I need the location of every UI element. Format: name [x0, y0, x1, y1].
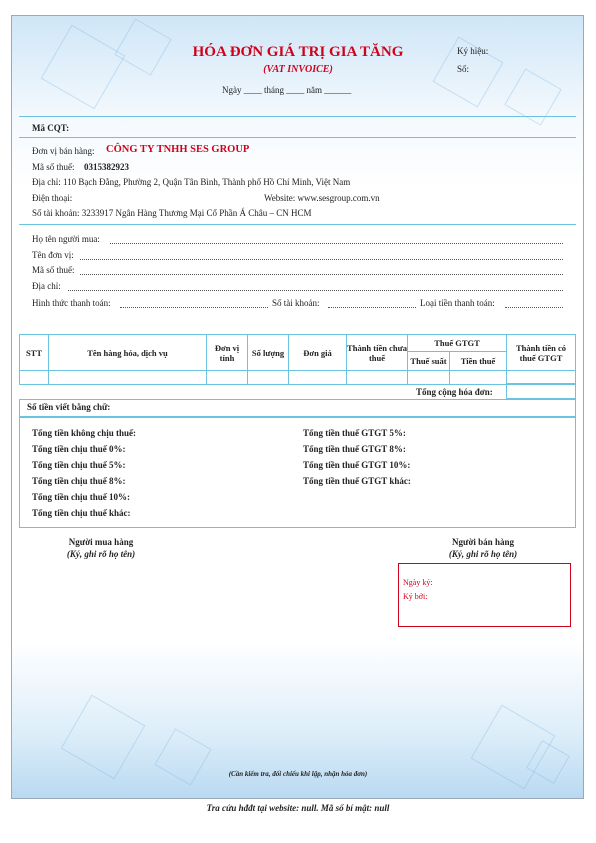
buyer-unit-label: Tên đơn vị:	[32, 250, 74, 260]
invoice-subtitle: (VAT INVOICE)	[263, 64, 333, 75]
invoice-title: HÓA ĐƠN GIÁ TRỊ GIA TĂNG	[192, 44, 404, 60]
buyer-address-line	[68, 290, 563, 291]
table-row	[19, 370, 576, 385]
seller-tax-label: Mã số thuế:	[32, 162, 75, 172]
payment-method-line	[120, 307, 268, 308]
seller-account: Số tài khoản: 3233917 Ngân Hàng Thương M…	[32, 208, 312, 218]
col-pretax-header: Thành tiền chưa thuế	[346, 334, 408, 371]
col-vat-group-header: Thuế GTGT	[407, 334, 507, 352]
summary-tax8: Tổng tiền chịu thuế 8%:	[32, 476, 126, 486]
payment-method-label: Hình thức thanh toán:	[32, 298, 111, 308]
buyer-sign-title: Người mua hàng	[68, 537, 134, 547]
lookup-note: Tra cứu hđđt tại website: null. Mã số bí…	[206, 803, 390, 813]
sign-date-label: Ngày ký:	[403, 578, 433, 587]
seller-unit-label: Đơn vị bán hàng:	[32, 146, 95, 156]
total-value-cell	[506, 383, 576, 399]
hexagon-decoration	[60, 694, 146, 780]
signer-label: Ký bởi:	[403, 592, 428, 601]
summary-vat8: Tổng tiền thuế GTGT 8%:	[303, 444, 406, 454]
symbol-label: Ký hiệu:	[457, 46, 489, 56]
col-stt-header: STT	[19, 334, 49, 371]
summary-taxother: Tổng tiền chịu thuế khác:	[32, 508, 131, 518]
summary-vatother: Tổng tiền thuế GTGT khác:	[303, 476, 411, 486]
total-label: Tổng cộng hóa đơn:	[416, 387, 493, 397]
buyer-account-line	[328, 307, 416, 308]
col-total-header: Thành tiền có thuế GTGT	[506, 334, 576, 371]
summary-vat5: Tổng tiền thuế GTGT 5%:	[303, 428, 406, 438]
summary-nontax: Tổng tiền không chịu thuế:	[32, 428, 137, 438]
digital-signature-box: Ngày ký: Ký bởi:	[398, 563, 571, 627]
currency-label: Loại tiền thanh toán:	[420, 298, 495, 308]
buyer-address-label: Địa chỉ:	[32, 281, 61, 291]
col-qty-header: Số lượng	[247, 334, 289, 371]
col-price-header: Đơn giá	[288, 334, 347, 371]
summary-vat10: Tổng tiền thuế GTGT 10%:	[303, 460, 411, 470]
summary-tax5: Tổng tiền chịu thuế 5%:	[32, 460, 126, 470]
col-name-header: Tên hàng hóa, dịch vụ	[48, 334, 207, 371]
seller-name: CÔNG TY TNHH SES GROUP	[106, 144, 250, 155]
seller-tax-code: 0315382923	[84, 162, 129, 172]
seller-address: Địa chỉ: 110 Bạch Đằng, Phường 2, Quận T…	[32, 177, 351, 187]
seller-sign-title: Người bán hàng	[452, 537, 514, 547]
summary-tax10: Tổng tiền chịu thuế 10%:	[32, 492, 131, 502]
buyer-name-label: Họ tên người mua:	[32, 234, 100, 244]
invoice-date-line: Ngày ____ tháng ____ năm ______	[222, 85, 352, 95]
number-label: Số:	[457, 64, 470, 74]
buyer-account-label: Số tài khoản:	[272, 298, 320, 308]
buyer-name-line	[110, 243, 563, 244]
hexagon-decoration	[504, 68, 562, 126]
col-vat-amount-header: Tiền thuế	[449, 351, 507, 371]
currency-line	[505, 307, 563, 308]
seller-sign-note: (Ký, ghi rõ họ tên)	[448, 549, 518, 559]
check-note: (Cần kiểm tra, đối chiếu khi lập, nhận h…	[228, 770, 368, 778]
seller-phone-label: Điện thoại:	[32, 193, 73, 203]
divider	[19, 224, 576, 225]
buyer-unit-line	[80, 259, 563, 260]
buyer-tax-label: Mã số thuế:	[32, 265, 75, 275]
summary-tax0: Tổng tiền chịu thuế 0%:	[32, 444, 126, 454]
divider	[19, 116, 576, 117]
cqt-label: Mã CQT:	[32, 123, 70, 133]
buyer-sign-note: (Ký, ghi rõ họ tên)	[66, 549, 136, 559]
col-unit-header: Đơn vị tính	[206, 334, 248, 371]
seller-website: Website: www.sesgroup.com.vn	[264, 193, 380, 203]
col-vat-rate-header: Thuế suất	[407, 351, 450, 371]
divider	[19, 137, 576, 138]
buyer-tax-line	[80, 274, 563, 275]
amount-words-label: Số tiền viết bằng chữ:	[27, 402, 111, 412]
